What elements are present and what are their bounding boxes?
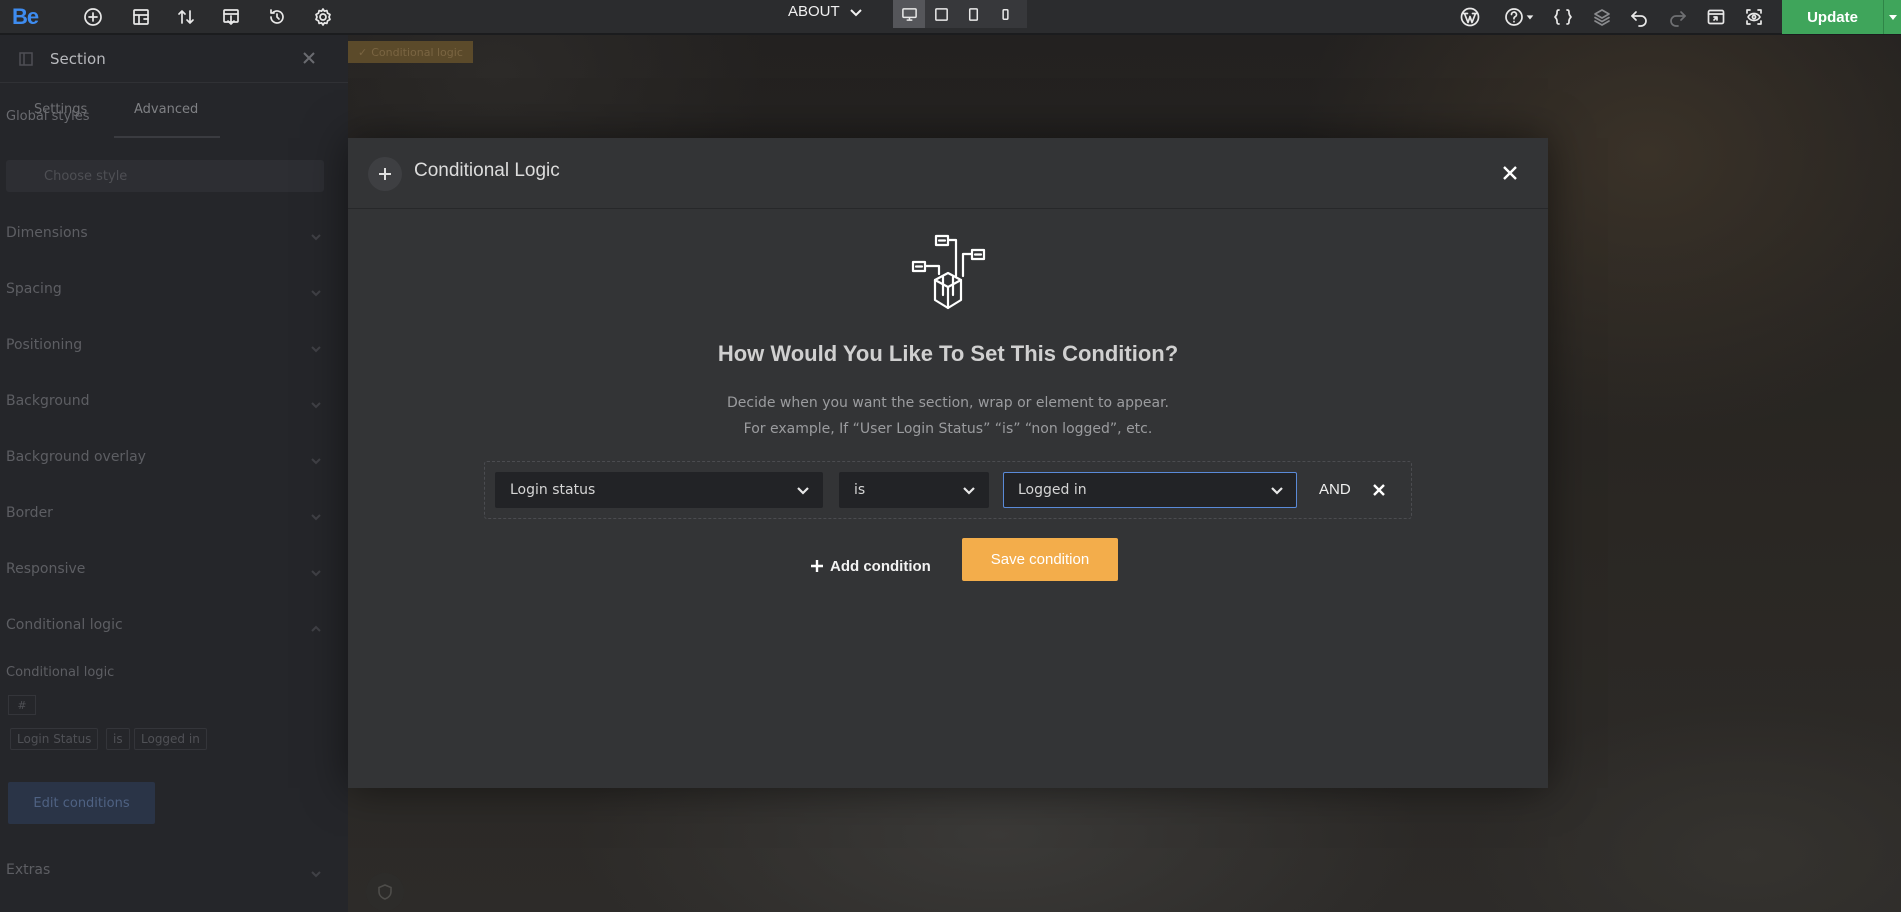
- revisions-icon[interactable]: [265, 5, 289, 29]
- chevron-down-icon: [962, 483, 976, 497]
- view-icon[interactable]: [1742, 5, 1766, 29]
- help-icon[interactable]: [1502, 5, 1526, 29]
- sort-icon[interactable]: [174, 5, 198, 29]
- preview-icon[interactable]: [1704, 5, 1728, 29]
- sidebar-item-border[interactable]: Border: [6, 505, 53, 521]
- sidebar-item-spacing[interactable]: Spacing: [6, 281, 62, 297]
- import-icon[interactable]: [219, 5, 243, 29]
- tablet-portrait-icon: [968, 7, 978, 21]
- condition-chip-value: Logged in: [134, 728, 207, 750]
- conditional-logic-label: Conditional logic: [6, 665, 115, 680]
- plus-icon: [368, 157, 402, 191]
- device-switcher: [893, 0, 1027, 28]
- tablet-landscape-icon: [934, 7, 948, 21]
- desktop-view-button[interactable]: [893, 0, 925, 28]
- section-icon: [19, 51, 33, 66]
- sidebar-item-conditional-logic[interactable]: Conditional logic: [6, 617, 123, 633]
- condition-group-hash: #: [8, 695, 36, 715]
- and-join-button[interactable]: AND: [1319, 481, 1351, 498]
- chevron-down-icon: [796, 483, 810, 497]
- settings-sidebar: Section Settings Advanced Global styles …: [0, 35, 348, 912]
- layout-grid-icon[interactable]: [129, 5, 153, 29]
- tablet-portrait-view-button[interactable]: [957, 0, 989, 28]
- condition-value-value: Logged in: [1018, 482, 1087, 498]
- update-button[interactable]: Update: [1782, 0, 1883, 34]
- app-logo[interactable]: Be: [12, 4, 39, 30]
- chevron-down-icon: [310, 564, 322, 577]
- mobile-icon: [1001, 8, 1009, 20]
- chevron-down-icon: [310, 228, 322, 241]
- description-line-2: For example, If “User Login Status” “is”…: [743, 421, 1153, 437]
- condition-chip-field: Login Status: [10, 728, 99, 750]
- modal-heading: How Would You Like To Set This Condition…: [717, 341, 1179, 366]
- conditional-logic-illustration-icon: [903, 230, 993, 318]
- global-style-select[interactable]: Choose style: [6, 160, 324, 192]
- condition-field-value: Login status: [510, 482, 596, 498]
- tablet-landscape-view-button[interactable]: [925, 0, 957, 28]
- redo-icon[interactable]: [1666, 5, 1690, 29]
- condition-row: Login status is Logged in AND: [484, 461, 1412, 519]
- add-element-icon[interactable]: [81, 5, 105, 29]
- global-styles-label: Global styles: [6, 109, 90, 124]
- sidebar-item-positioning[interactable]: Positioning: [6, 337, 82, 353]
- conditional-logic-modal: Conditional Logic How Would You Like To …: [348, 138, 1548, 788]
- sidebar-title: Section: [50, 49, 106, 68]
- check-icon: ✓: [358, 45, 368, 59]
- modal-header: Conditional Logic: [348, 138, 1548, 209]
- sidebar-item-extras[interactable]: Extras: [6, 862, 50, 878]
- chevron-down-icon: [310, 396, 322, 409]
- chevron-down-icon: [310, 865, 322, 878]
- condition-value-select[interactable]: Logged in: [1003, 472, 1297, 508]
- sidebar-header: Section: [0, 35, 348, 83]
- chevron-down-icon: [310, 508, 322, 521]
- add-condition-label: Add condition: [830, 557, 931, 575]
- chevron-down-icon: [310, 284, 322, 297]
- shield-icon[interactable]: [366, 873, 404, 911]
- modal-description: Decide when you want the section, wrap o…: [348, 390, 1548, 442]
- chevron-down-icon: [310, 340, 322, 353]
- chevron-down-icon: [849, 9, 862, 17]
- remove-condition-icon[interactable]: [1367, 478, 1391, 502]
- caret-down-icon: [1888, 15, 1897, 20]
- page-selector[interactable]: ABOUT: [788, 0, 864, 24]
- wordpress-icon[interactable]: [1458, 5, 1482, 29]
- conditional-logic-tag: ✓ Conditional logic: [348, 41, 473, 63]
- active-tab-indicator: [114, 136, 220, 138]
- tab-advanced[interactable]: Advanced: [134, 102, 198, 117]
- sidebar-item-responsive[interactable]: Responsive: [6, 561, 85, 577]
- plus-icon: [811, 560, 823, 572]
- chevron-down-icon: [1270, 483, 1284, 497]
- edit-conditions-button[interactable]: Edit conditions: [8, 782, 155, 824]
- add-condition-button[interactable]: Add condition: [810, 545, 931, 587]
- undo-icon[interactable]: [1627, 5, 1651, 29]
- desktop-icon: [901, 7, 917, 21]
- mobile-view-button[interactable]: [989, 0, 1021, 28]
- layers-icon[interactable]: [1590, 5, 1614, 29]
- conditional-logic-tag-label: Conditional logic: [371, 45, 463, 59]
- description-line-1: Decide when you want the section, wrap o…: [727, 395, 1169, 411]
- condition-operator-value: is: [854, 482, 866, 498]
- modal-title: Conditional Logic: [414, 160, 560, 181]
- top-toolbar: Be ABOUT Update: [0, 0, 1901, 34]
- settings-gear-icon[interactable]: [311, 5, 335, 29]
- chevron-down-icon: [310, 452, 322, 465]
- condition-field-select[interactable]: Login status: [495, 472, 823, 508]
- update-options-caret[interactable]: [1883, 0, 1901, 34]
- sidebar-close-icon[interactable]: [298, 47, 320, 69]
- help-dropdown-caret-icon[interactable]: [1524, 5, 1536, 29]
- condition-chip-operator: is: [106, 728, 130, 750]
- css-icon[interactable]: [1551, 5, 1575, 29]
- condition-operator-select[interactable]: is: [839, 472, 989, 508]
- modal-close-icon[interactable]: [1498, 161, 1522, 185]
- sidebar-item-dimensions[interactable]: Dimensions: [6, 225, 88, 241]
- sidebar-item-background[interactable]: Background: [6, 393, 90, 409]
- page-name: ABOUT: [788, 3, 840, 20]
- sidebar-item-background-overlay[interactable]: Background overlay: [6, 449, 146, 465]
- chevron-up-icon: [310, 620, 322, 632]
- save-condition-button[interactable]: Save condition: [962, 538, 1118, 581]
